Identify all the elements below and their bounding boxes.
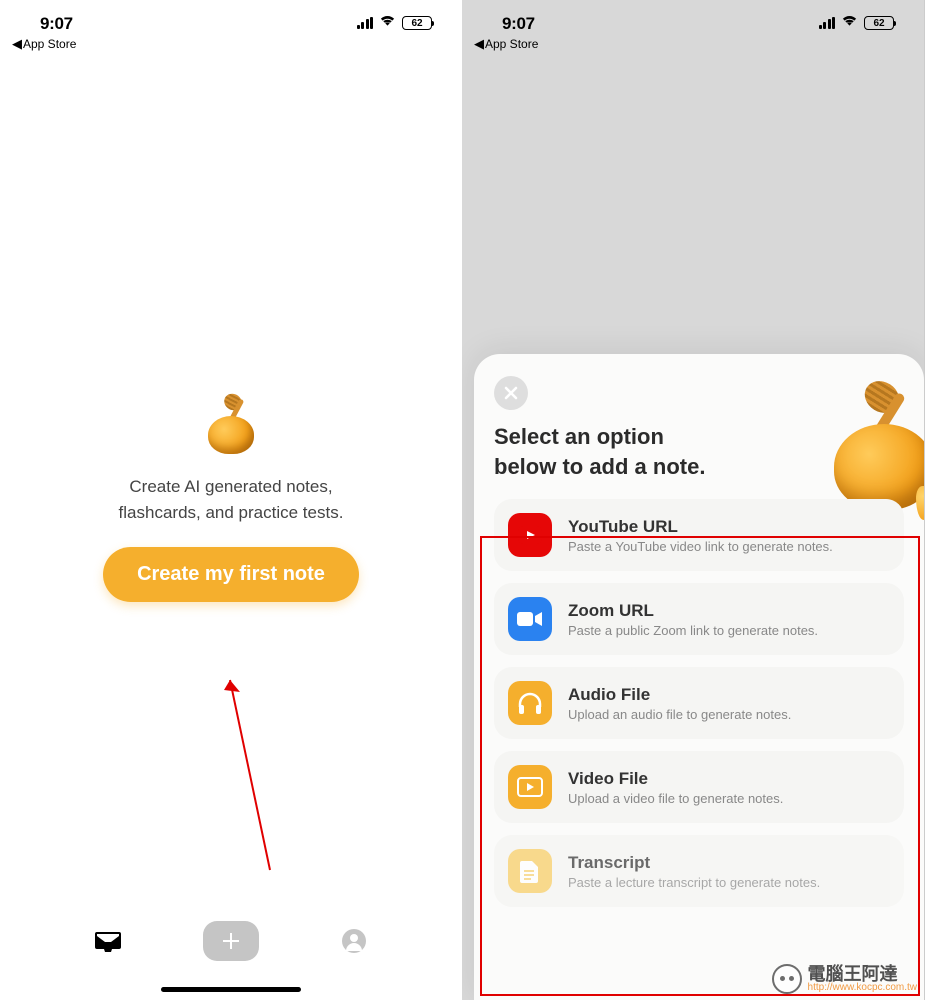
watermark-url: http://www.kocpc.com.tw xyxy=(808,983,917,993)
phone-screen-left: 9:07 62 ◀ App Store Create AI generated … xyxy=(0,0,462,1000)
document-icon xyxy=(508,849,552,893)
zoom-icon xyxy=(508,597,552,641)
breadcrumb-label: App Store xyxy=(485,37,538,51)
tab-profile[interactable] xyxy=(332,919,376,963)
youtube-icon xyxy=(508,513,552,557)
onboarding-text: Create AI generated notes, flashcards, a… xyxy=(119,474,344,525)
option-desc: Upload a video file to generate notes. xyxy=(568,791,783,806)
watermark-mascot-icon xyxy=(772,964,802,994)
option-title: YouTube URL xyxy=(568,517,833,537)
cellular-icon xyxy=(819,17,836,29)
watermark-text: 電腦王阿達 xyxy=(808,965,917,983)
option-title: Audio File xyxy=(568,685,791,705)
option-title: Transcript xyxy=(568,853,820,873)
back-to-app-store[interactable]: ◀ App Store xyxy=(462,36,924,58)
headphones-icon xyxy=(508,681,552,725)
create-first-note-button[interactable]: Create my first note xyxy=(103,547,359,602)
option-desc: Paste a lecture transcript to generate n… xyxy=(568,875,820,890)
home-indicator[interactable] xyxy=(161,987,301,992)
option-desc: Upload an audio file to generate notes. xyxy=(568,707,791,722)
option-title: Zoom URL xyxy=(568,601,818,621)
honey-pot-icon xyxy=(203,398,259,454)
onboarding-stage: Create AI generated notes, flashcards, a… xyxy=(0,0,462,1000)
chevron-left-icon: ◀ xyxy=(474,36,484,52)
status-bar: 9:07 62 xyxy=(462,0,924,36)
status-icons: 62 xyxy=(819,14,895,32)
tab-add-note[interactable] xyxy=(203,921,259,961)
phone-screen-right: 9:07 62 ◀ App Store Select an option bel… xyxy=(462,0,924,1000)
option-zoom-url[interactable]: Zoom URL Paste a public Zoom link to gen… xyxy=(494,583,904,655)
wifi-icon xyxy=(841,14,858,32)
bottom-tab-bar xyxy=(0,908,462,1000)
option-desc: Paste a YouTube video link to generate n… xyxy=(568,539,833,554)
battery-icon: 62 xyxy=(864,16,894,30)
video-icon xyxy=(508,765,552,809)
battery-level: 62 xyxy=(873,18,884,29)
option-title: Video File xyxy=(568,769,783,789)
option-desc: Paste a public Zoom link to generate not… xyxy=(568,623,818,638)
tab-inbox[interactable] xyxy=(86,919,130,963)
option-youtube-url[interactable]: YouTube URL Paste a YouTube video link t… xyxy=(494,499,904,571)
option-audio-file[interactable]: Audio File Upload an audio file to gener… xyxy=(494,667,904,739)
status-time: 9:07 xyxy=(502,14,535,34)
watermark: 電腦王阿達 http://www.kocpc.com.tw xyxy=(772,964,917,994)
option-list: YouTube URL Paste a YouTube video link t… xyxy=(494,499,904,907)
option-transcript[interactable]: Transcript Paste a lecture transcript to… xyxy=(494,835,904,907)
honey-pot-icon xyxy=(818,390,924,510)
option-video-file[interactable]: Video File Upload a video file to genera… xyxy=(494,751,904,823)
add-note-modal: Select an option below to add a note. Yo… xyxy=(474,354,924,1000)
close-modal-button[interactable] xyxy=(494,376,528,410)
